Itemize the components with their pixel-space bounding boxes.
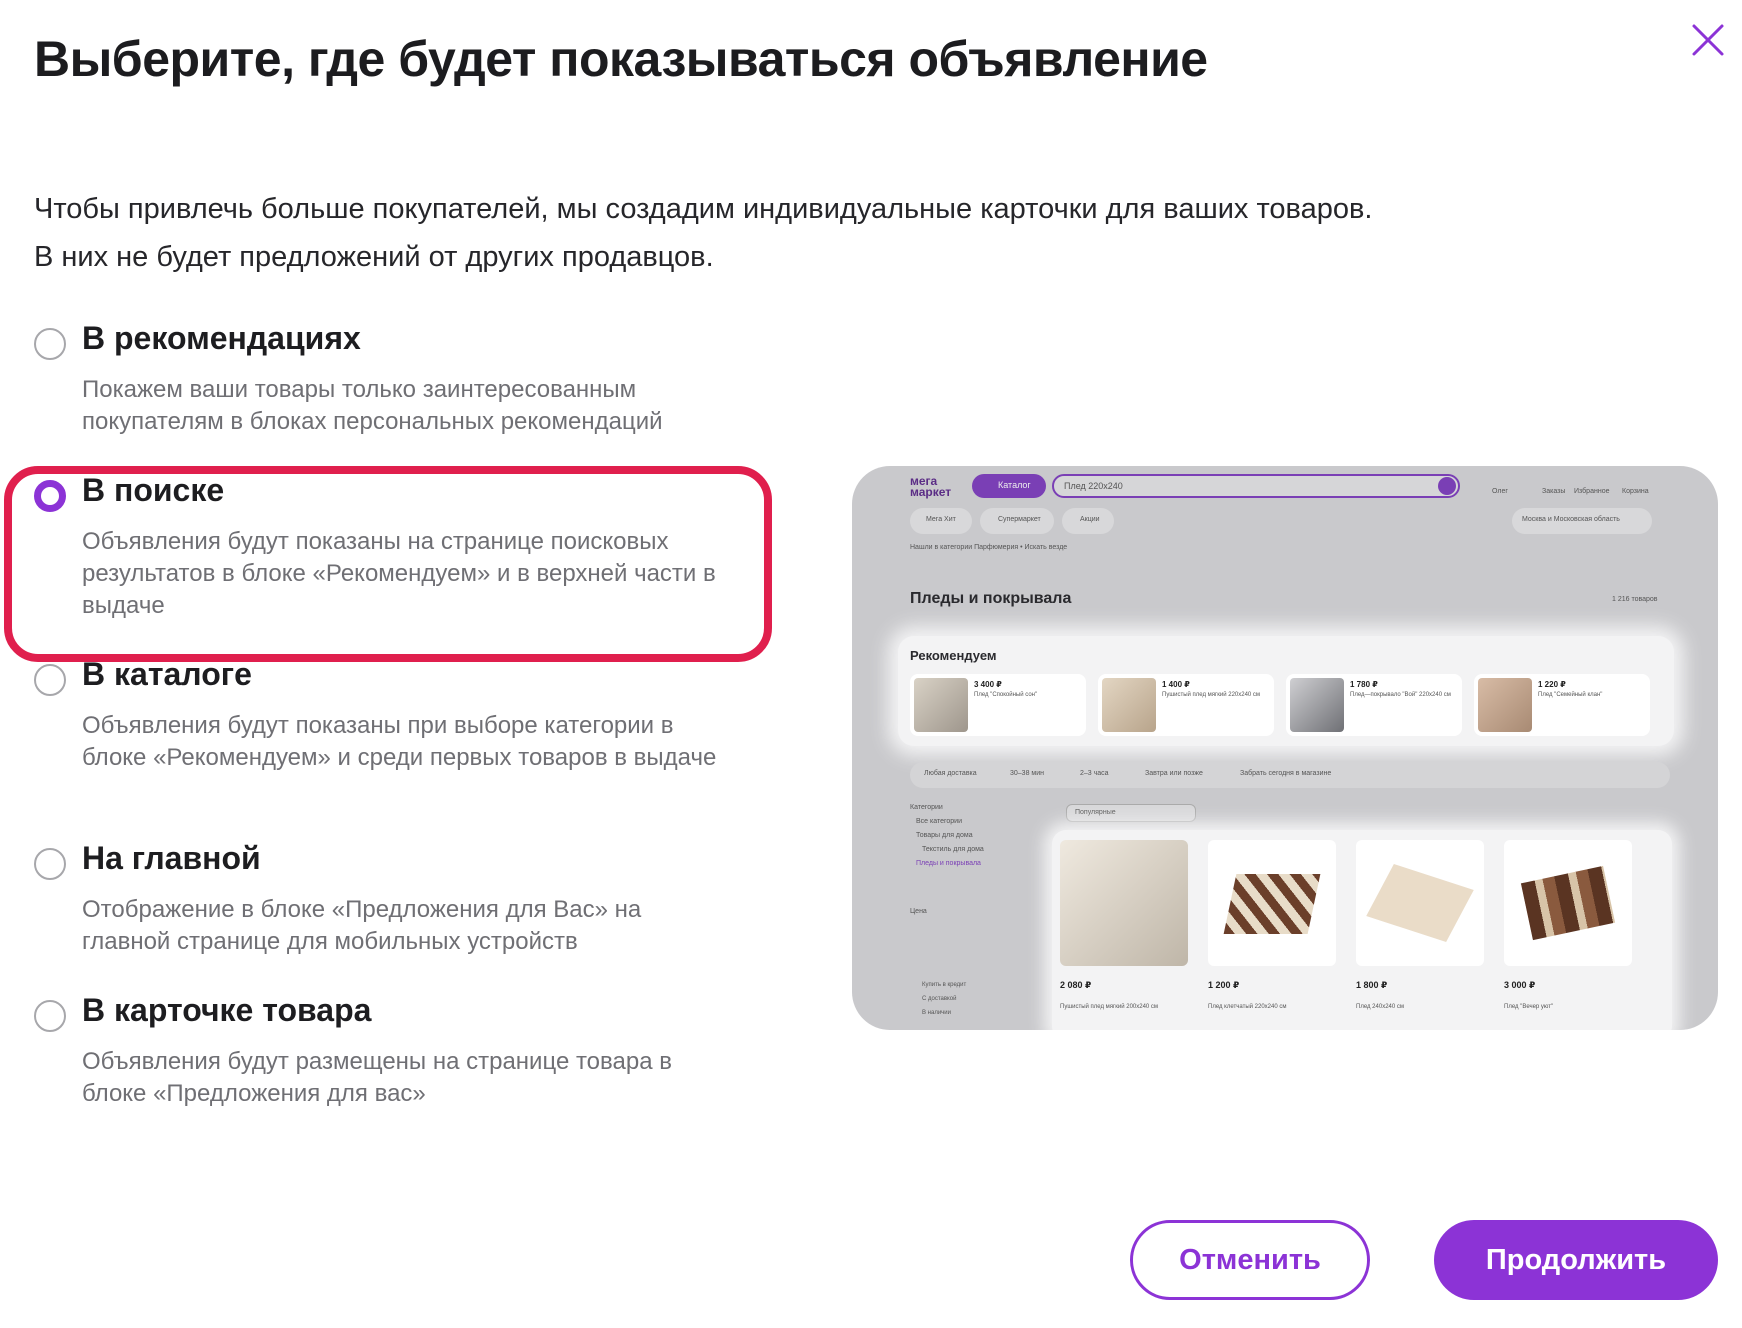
preview-recommend-item: 3 400 ₽ Плед "Спокойный сон"	[910, 674, 1086, 736]
preview-filters: Любая доставка 30–38 мин 2–3 часа Завтра…	[910, 762, 1670, 788]
preview-recommend-block: Рекомендуем 3 400 ₽ Плед "Спокойный сон"…	[898, 636, 1674, 746]
radio-product-card[interactable]	[34, 1000, 66, 1032]
preview-product-image	[1356, 840, 1484, 966]
preview-header-icon: Заказы	[1542, 488, 1566, 495]
preview-header-icon: Избранное	[1574, 488, 1610, 495]
preview-header-icon: Олег	[1492, 488, 1508, 495]
preview-recommend-title: Рекомендуем	[910, 648, 997, 663]
preview-catalog-label: Каталог	[998, 480, 1031, 490]
option-title: На главной	[82, 840, 261, 876]
close-icon[interactable]	[1684, 16, 1732, 64]
preview-recommend-item: 1 220 ₽ Плед "Семейный клан"	[1474, 674, 1650, 736]
preview-region: Москва и Московская область	[1512, 508, 1652, 534]
cancel-button[interactable]: Отменить	[1130, 1220, 1370, 1300]
preview-product-image	[1208, 840, 1336, 966]
description-line-1: Чтобы привлечь больше покупателей, мы со…	[34, 193, 1373, 225]
preview-count: 1 216 товаров	[1612, 596, 1658, 603]
radio-catalog[interactable]	[34, 664, 66, 696]
preview-sort: Популярные	[1066, 804, 1196, 822]
option-title: В карточке товара	[82, 992, 372, 1028]
option-description: Отображение в блоке «Предложения для Вас…	[82, 896, 642, 955]
preview-chip: Супермаркет	[980, 508, 1054, 534]
preview-sidebar: Категории Все категории Товары для дома …	[910, 804, 984, 1016]
radio-recommendations[interactable]	[34, 328, 66, 360]
preview-chip: Мега Хит	[910, 508, 972, 534]
description-line-2: В них не будет предложений от других про…	[34, 241, 714, 273]
placement-dialog: Выберите, где будет показываться объявле…	[0, 0, 1742, 1328]
option-description: Объявления будут размещены на странице т…	[82, 1048, 672, 1107]
preview-header-icon: Корзина	[1622, 488, 1649, 495]
option-description: Объявления будут показаны при выборе кат…	[82, 712, 717, 771]
preview-chip: Акции	[1062, 508, 1114, 534]
option-description: Покажем ваши товары только заинтересован…	[82, 376, 663, 435]
radio-main-page[interactable]	[34, 848, 66, 880]
dialog-description: Чтобы привлечь больше покупателей, мы со…	[34, 185, 1373, 281]
preview-product-image	[1060, 840, 1188, 966]
preview-search-bar: Плед 220x240	[1052, 474, 1460, 498]
continue-button[interactable]: Продолжить	[1434, 1220, 1718, 1300]
preview-product-image	[1504, 840, 1632, 966]
option-title: В рекомендациях	[82, 320, 361, 356]
preview-logo: мега маркет	[910, 474, 952, 499]
preview-page-title: Пледы и покрывала	[910, 590, 1072, 607]
preview-image: мега маркет Каталог Плед 220x240 Олег За…	[852, 466, 1718, 1030]
preview-recommend-item: 1 400 ₽ Пушистый плед мягкий 220x240 см	[1098, 674, 1274, 736]
dialog-title: Выберите, где будет показываться объявле…	[34, 31, 1208, 87]
preview-search-icon	[1438, 477, 1456, 495]
preview-recommend-item: 1 780 ₽ Плед—покрывало "Вой" 220x240 см	[1286, 674, 1462, 736]
preview-catalog-button: Каталог	[972, 474, 1046, 498]
preview-search-value: Плед 220x240	[1064, 481, 1123, 491]
preview-product-grid: 2 080 ₽ 1 200 ₽ 1 800 ₽ 3 000 ₽ Пушистый…	[1052, 830, 1672, 1030]
preview-hint: Нашли в категории Парфюмерия • Искать ве…	[910, 544, 1068, 551]
selected-option-highlight	[4, 466, 772, 662]
